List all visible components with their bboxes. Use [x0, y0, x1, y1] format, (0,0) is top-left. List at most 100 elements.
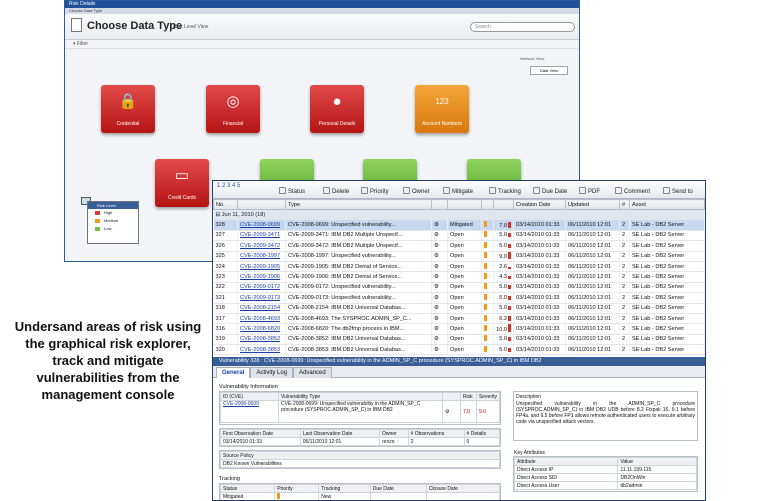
table-row[interactable]: 321 CVE-2009-0173 CVE-2009-0173: Unspecifi… — [213, 292, 705, 304]
send-to-button[interactable]: Send to — [663, 187, 693, 195]
row-id[interactable]: CVE-2008-6820 — [237, 323, 286, 335]
row-created: 03/14/2010 01:33 — [513, 251, 566, 262]
search-input[interactable]: Search — [470, 22, 575, 32]
table-row[interactable]: 316 CVE-2008-6820 CVE-2008-6820: The db2fm… — [213, 323, 705, 335]
row-id[interactable]: CVE-2009-3472 — [237, 240, 286, 252]
row-priority — [481, 344, 494, 356]
tracking-priority-value[interactable] — [274, 492, 320, 500]
col-id[interactable] — [237, 199, 286, 210]
data-view-button[interactable]: Data View — [530, 66, 568, 75]
table-row[interactable]: 320 CVE-2008-3853 CVE-2008-3853: IBM DB2 U… — [213, 344, 705, 356]
tracking-due-value[interactable] — [369, 492, 427, 500]
row-id[interactable]: CVE-2009-1906 — [237, 271, 286, 283]
col-count[interactable]: # — [619, 199, 630, 210]
due-date-button[interactable]: Due Date — [533, 187, 567, 195]
row-risk: 5.0 — [493, 344, 514, 356]
tile-credit-cards[interactable]: ▭ Credit Cards — [155, 159, 209, 207]
col-status[interactable] — [447, 199, 482, 210]
tab-activity-log[interactable]: Activity Log — [250, 367, 294, 378]
col-type[interactable]: Type — [285, 199, 432, 210]
row-id[interactable]: CVE-2008-1997 — [237, 251, 286, 262]
col-asset[interactable]: Asset — [629, 199, 705, 210]
group-row[interactable]: ⊟ Jun 11, 2010 (18) — [213, 209, 705, 221]
row-id[interactable]: CVE-2009-1905 — [237, 261, 286, 273]
table-row[interactable]: 327 CVE-2009-3471 CVE-2009-3471: IBM DB2 M… — [213, 230, 705, 242]
tracking-table: Status Priority Tracking Due Date Closure Da… — [219, 483, 501, 500]
row-no: 323 — [213, 271, 238, 283]
row-status: Open — [447, 323, 482, 335]
row-updated: 06/11/2010 12:01 — [565, 344, 620, 356]
table-row[interactable]: 328 CVE-2008-0699 CVE-2008-0699: Unspecifi… — [213, 219, 705, 231]
row-updated: 06/11/2010 12:01 — [565, 271, 620, 283]
priority-icon — [484, 262, 487, 269]
tile-credential[interactable]: 🔒 Credential — [101, 85, 155, 133]
row-type: CVE-2008-3852: IBM DB2 Universal Databas… — [285, 334, 432, 346]
table-row[interactable]: 319 CVE-2008-3852 CVE-2008-3852: IBM DB2 U… — [213, 334, 705, 346]
row-count: 2 — [619, 344, 630, 356]
risk-bar — [508, 243, 511, 248]
table-row[interactable]: 325 CVE-2008-1997 CVE-2008-1997: Unspecifi… — [213, 251, 705, 262]
tracking-status-value[interactable]: Mitigated — [219, 492, 276, 500]
tracking-priority-header: Priority — [274, 484, 320, 493]
attr-name: Direct Access User — [513, 481, 619, 490]
col-risk[interactable] — [493, 199, 514, 210]
comment-button[interactable]: Comment — [615, 187, 650, 195]
row-id[interactable]: CVE-2009-0173 — [237, 292, 286, 304]
attr-value: DB2OnWin — [617, 473, 697, 482]
tile-account-numbers[interactable]: 123 Account Numbers — [415, 85, 469, 133]
value-header: Value — [617, 457, 697, 466]
table-row[interactable]: 323 CVE-2009-1906 CVE-2009-1906: IBM DB2 D… — [213, 271, 705, 283]
row-updated: 06/11/2010 12:01 — [565, 251, 620, 262]
row-risk: 5.0 — [493, 303, 514, 314]
table-row[interactable]: 322 CVE-2009-0172 CVE-2009-0172: Unspecifi… — [213, 282, 705, 294]
row-id[interactable]: CVE-2008-2154 — [237, 303, 286, 314]
row-type: CVE-2008-0699: Unspecified vulnerability… — [285, 219, 432, 231]
row-id[interactable]: CVE-2008-3852 — [237, 334, 286, 346]
col-creation-date[interactable]: Creation Date — [513, 199, 566, 210]
delete-button[interactable]: Delete — [323, 187, 349, 195]
legend-item-low: Low — [88, 225, 138, 233]
row-id[interactable]: CVE-2008-0699 — [237, 219, 286, 231]
row-no: 316 — [213, 323, 238, 335]
row-no: 327 — [213, 230, 238, 242]
row-id[interactable]: CVE-2008-4693 — [237, 313, 286, 325]
tile-personal-details[interactable]: ● Personal Details — [310, 85, 364, 133]
observation-table: First Observation Date Last Observation D… — [219, 428, 501, 447]
risk-bar — [508, 306, 511, 311]
col-no[interactable]: No. — [213, 199, 238, 210]
filter-label: Filter — [76, 41, 89, 47]
col-priority[interactable] — [481, 199, 494, 210]
priority-button[interactable]: Priority — [361, 187, 389, 195]
row-asset: SE Lab - DB2 Server — [629, 251, 705, 262]
source-policy-value: DB2 Known Vulnerabilities — [220, 459, 500, 468]
row-id[interactable]: CVE-2008-3853 — [237, 344, 286, 356]
row-updated: 06/11/2010 12:01 — [565, 303, 620, 314]
vuln-id-link[interactable]: CVE-2008-0699 — [223, 402, 259, 408]
tracking-tracking-value[interactable]: New — [318, 492, 371, 500]
col-updated[interactable]: Updated — [565, 199, 620, 210]
table-row[interactable]: 317 CVE-2008-4693 CVE-2008-4693: The SYSPR… — [213, 313, 705, 325]
network-view-link[interactable]: Network View — [520, 56, 544, 61]
status-button[interactable]: Status — [279, 187, 305, 195]
row-asset: SE Lab - DB2 Server — [629, 323, 705, 335]
owner-button[interactable]: Owner — [403, 187, 430, 195]
row-updated: 06/11/2010 12:01 — [565, 230, 620, 242]
table-row[interactable]: 318 CVE-2008-2154 CVE-2008-2154: IBM DB2 U… — [213, 303, 705, 314]
row-id[interactable]: CVE-2009-3471 — [237, 230, 286, 242]
row-id[interactable]: CVE-2009-0172 — [237, 282, 286, 294]
mitigate-button[interactable]: Mitigate — [443, 187, 473, 195]
tab-general[interactable]: General — [216, 367, 251, 378]
attr-name: Direct Access SID — [513, 473, 619, 482]
filter-toggle[interactable]: ▾ Filter — [65, 40, 579, 49]
table-row[interactable]: 324 CVE-2009-1905 CVE-2009-1905: IBM DB2 D… — [213, 261, 705, 273]
table-row[interactable]: 326 CVE-2009-3472 CVE-2009-3472: IBM DB2 M… — [213, 240, 705, 252]
pdf-button[interactable]: PDF — [579, 187, 600, 195]
row-no: 322 — [213, 282, 238, 294]
row-hazard-icon: ⚙ — [431, 334, 448, 346]
tile-financial[interactable]: ◎ Financial — [206, 85, 260, 133]
pagination[interactable]: 1 2 3 4 5 — [217, 183, 240, 189]
col-icon[interactable] — [431, 199, 448, 210]
tracking-button[interactable]: Tracking — [489, 187, 521, 195]
tracking-due-header: Due Date — [369, 484, 427, 493]
tab-advanced[interactable]: Advanced — [293, 367, 332, 378]
